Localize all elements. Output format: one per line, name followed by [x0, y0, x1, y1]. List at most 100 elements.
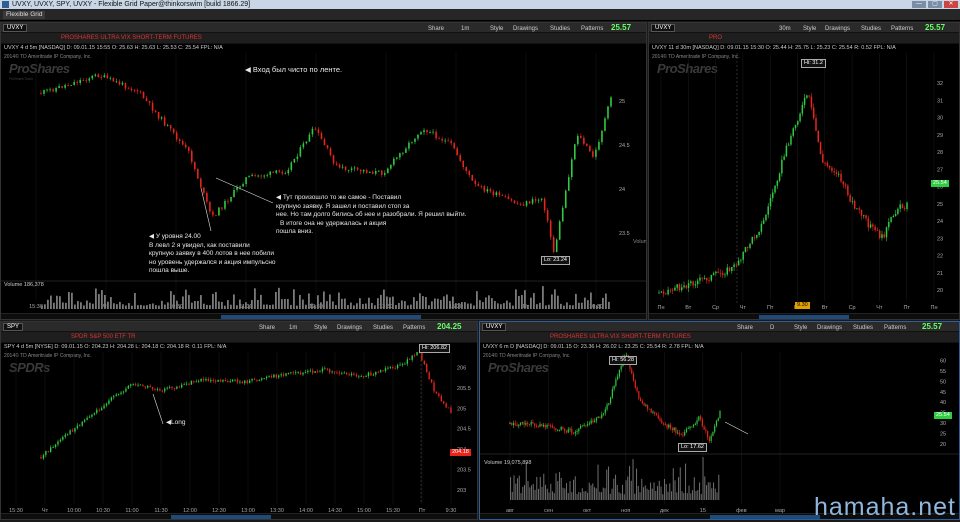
candle — [366, 170, 368, 173]
candle — [72, 430, 73, 431]
candle — [334, 372, 335, 373]
time-axis-label: Чт — [740, 305, 747, 311]
candle — [284, 173, 286, 174]
scroll-thumb[interactable] — [221, 315, 421, 319]
price-axis-label: 20 — [937, 288, 943, 294]
candle — [278, 375, 279, 377]
flexible-grid-tab[interactable]: Flexible Grid — [3, 11, 45, 19]
volume-bar — [482, 302, 484, 309]
candle — [767, 206, 769, 214]
symbol-box[interactable]: UVXY — [651, 24, 675, 32]
volume-bar — [624, 494, 625, 500]
volume-bar — [323, 291, 325, 309]
candle — [724, 274, 726, 275]
volume-bar — [371, 303, 373, 309]
candle — [717, 272, 719, 273]
maximize-button[interactable]: ▢ — [928, 1, 942, 8]
scroll-thumb[interactable] — [171, 515, 271, 519]
horizontal-scrollbar[interactable] — [649, 313, 959, 319]
price-axis-label: 29 — [937, 133, 943, 139]
candle — [865, 215, 867, 218]
candle — [254, 379, 255, 380]
volume-bar — [440, 300, 442, 309]
volume-bar — [531, 485, 532, 500]
candle — [73, 82, 75, 85]
volume-bar — [275, 292, 277, 309]
candle — [674, 428, 675, 430]
horizontal-scrollbar[interactable] — [1, 313, 646, 319]
candle — [147, 386, 148, 388]
candle — [788, 145, 790, 146]
candle — [536, 426, 537, 427]
candle — [666, 425, 667, 428]
candle — [60, 440, 61, 442]
symbol-box[interactable]: SPY — [3, 323, 23, 331]
volume-bar — [296, 306, 298, 309]
candle — [429, 132, 431, 133]
candle — [433, 382, 434, 391]
volume-bar — [110, 297, 112, 309]
candle — [64, 85, 66, 88]
candle — [171, 387, 172, 388]
candle — [471, 175, 473, 181]
price-chart[interactable]: 32313029282726252423222120ПнВтСрЧтПтПнВт… — [649, 53, 959, 315]
candle — [261, 378, 262, 379]
candle — [576, 431, 577, 432]
minimize-button[interactable]: — — [912, 1, 926, 8]
candle — [522, 422, 523, 423]
close-button[interactable]: ✕ — [944, 1, 958, 8]
price-axis-label: 25 — [619, 99, 625, 105]
symbol-box[interactable]: UVXY — [3, 24, 27, 32]
candle — [224, 201, 226, 209]
candle — [681, 287, 683, 290]
candle — [360, 170, 362, 172]
volume-bar — [104, 295, 106, 309]
candle — [339, 165, 341, 168]
horizontal-scrollbar[interactable] — [1, 513, 477, 519]
volume-bar — [239, 300, 241, 309]
volume-bar — [227, 300, 229, 309]
candle — [365, 376, 366, 377]
volume-bar — [692, 490, 693, 500]
candle — [217, 380, 218, 382]
candle — [447, 141, 449, 142]
volume-bar — [515, 289, 517, 309]
volume-bar — [569, 305, 571, 309]
volume-bar — [578, 303, 580, 309]
price-axis-label: 27 — [937, 167, 943, 173]
candle — [140, 91, 142, 92]
volume-bar — [518, 296, 520, 309]
volume-bar — [521, 493, 522, 500]
candle — [601, 414, 602, 417]
bar-info: UVXY 6 m D [NASDAQ] D: 09.01.15 O: 23.36… — [480, 343, 959, 352]
candle — [879, 231, 881, 238]
candle — [541, 424, 542, 426]
candle — [571, 159, 573, 177]
volume-bar — [221, 302, 223, 309]
volume-bar — [485, 297, 487, 309]
volume-bar — [612, 489, 613, 500]
scroll-thumb[interactable] — [710, 515, 820, 519]
volume-bar — [664, 479, 665, 500]
volume-bar — [341, 299, 343, 309]
candle — [696, 420, 697, 424]
volume-bar — [627, 476, 628, 500]
volume-bar — [510, 477, 511, 500]
candle — [176, 387, 177, 389]
volume-bar — [290, 305, 292, 309]
price-chart[interactable]: 206.5206205.5205204.5204203.520315:30Чт1… — [1, 352, 477, 515]
candle — [667, 290, 669, 295]
symbol-box[interactable]: UVXY — [482, 323, 506, 331]
candle — [52, 447, 53, 448]
app-icon — [2, 1, 9, 8]
candle — [513, 423, 514, 425]
volume-bar — [566, 302, 568, 309]
scroll-thumb[interactable] — [759, 315, 849, 319]
candle — [218, 208, 220, 216]
candle — [858, 208, 860, 209]
price-chart[interactable]: 15:30Чт10:3011:3012:3013:3015:30Пт10:302… — [1, 53, 646, 311]
candle — [591, 420, 592, 423]
candle — [348, 374, 349, 375]
candle — [167, 125, 169, 126]
price-chart[interactable]: 65605550454035302520авгсеноктноядек15фев… — [480, 352, 959, 515]
